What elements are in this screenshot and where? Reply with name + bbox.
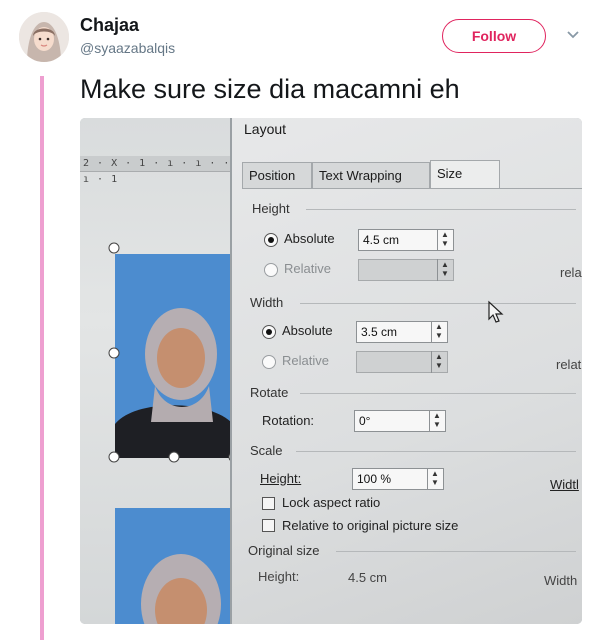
relative-original-checkbox[interactable] bbox=[262, 519, 275, 532]
height-absolute-input[interactable]: 4.5 cm ▲ ▼ bbox=[358, 229, 454, 251]
width-relative-input: ▲ ▼ bbox=[356, 351, 448, 373]
height-spinner[interactable]: ▲ ▼ bbox=[437, 229, 453, 251]
selection-handles[interactable] bbox=[108, 242, 240, 464]
rotation-value: 0° bbox=[359, 414, 371, 428]
rotate-section-label: Rotate bbox=[250, 385, 289, 400]
original-size-section-label: Original size bbox=[248, 543, 320, 558]
display-name[interactable]: Chajaa bbox=[80, 15, 139, 36]
chevron-down-icon[interactable] bbox=[566, 30, 580, 40]
scale-width-label: Widtl bbox=[550, 477, 579, 492]
divider bbox=[306, 209, 576, 210]
mouse-cursor-icon bbox=[488, 300, 504, 323]
scale-height-input[interactable]: 100 % ▲ ▼ bbox=[352, 468, 444, 490]
ruler: 2 · X · 1 · ı · ı · · ı · 1 bbox=[80, 156, 232, 185]
divider bbox=[296, 451, 576, 452]
height-relative-spinner: ▲ ▼ bbox=[437, 259, 453, 281]
thread-line bbox=[40, 76, 44, 640]
rotation-input[interactable]: 0° ▲ ▼ bbox=[354, 410, 446, 432]
tweet-photo[interactable]: 2 · X · 1 · ı · ı · · ı · 1 Layout Posit… bbox=[80, 118, 582, 624]
follow-button[interactable]: Follow bbox=[442, 19, 546, 53]
rotation-label: Rotation: bbox=[262, 413, 315, 428]
width-absolute-label[interactable]: Absolute bbox=[282, 323, 333, 338]
divider bbox=[336, 551, 576, 552]
width-absolute-value: 3.5 cm bbox=[361, 325, 398, 339]
original-width-label: Width bbox=[544, 573, 578, 588]
width-section-label: Width bbox=[250, 295, 284, 310]
user-handle[interactable]: @syaazabalqis bbox=[80, 40, 175, 56]
dialog-title: Layout bbox=[244, 121, 287, 137]
avatar-illustration bbox=[19, 12, 69, 62]
passport-photo-bottom bbox=[115, 508, 233, 624]
original-height-value: 4.5 cm bbox=[348, 570, 388, 585]
width-relative-spinner: ▲ ▼ bbox=[431, 351, 447, 373]
lock-aspect-checkbox[interactable] bbox=[262, 497, 275, 510]
tab-position[interactable]: Position bbox=[242, 162, 312, 188]
height-section-label: Height bbox=[252, 201, 290, 216]
width-relative-to: relat bbox=[556, 357, 582, 372]
width-absolute-radio[interactable] bbox=[262, 325, 276, 339]
relative-original-label[interactable]: Relative to original picture size bbox=[282, 518, 458, 533]
height-absolute-radio[interactable] bbox=[264, 233, 278, 247]
width-absolute-input[interactable]: 3.5 cm ▲ ▼ bbox=[356, 321, 448, 343]
width-relative-label[interactable]: Relative bbox=[282, 353, 329, 368]
width-spinner[interactable]: ▲ ▼ bbox=[431, 321, 447, 343]
original-height-label: Height: bbox=[258, 569, 300, 584]
tab-size[interactable]: Size bbox=[430, 160, 500, 188]
scale-height-spinner[interactable]: ▲ ▼ bbox=[427, 468, 443, 490]
rotation-spinner[interactable]: ▲ ▼ bbox=[429, 410, 445, 432]
avatar[interactable] bbox=[19, 12, 69, 62]
height-absolute-value: 4.5 cm bbox=[363, 233, 400, 247]
size-panel: Height Absolute 4.5 cm ▲ ▼ Relative ▲ ▼ re… bbox=[242, 188, 582, 624]
scale-height-value: 100 % bbox=[357, 472, 392, 486]
tab-text-wrapping[interactable]: Text Wrapping bbox=[312, 162, 430, 188]
tweet-text: Make sure size dia macamni eh bbox=[80, 74, 460, 104]
height-relative-to: rela bbox=[560, 265, 582, 280]
scale-section-label: Scale bbox=[250, 443, 283, 458]
height-relative-radio[interactable] bbox=[264, 263, 278, 277]
divider bbox=[300, 303, 576, 304]
divider bbox=[300, 393, 576, 394]
person-photo-icon bbox=[115, 508, 233, 624]
width-relative-radio[interactable] bbox=[262, 355, 276, 369]
layout-dialog: Layout Position Text Wrapping Size Heigh… bbox=[230, 118, 582, 624]
height-absolute-label[interactable]: Absolute bbox=[284, 231, 335, 246]
scale-height-label: Height: bbox=[260, 471, 302, 486]
height-relative-input: ▲ ▼ bbox=[358, 259, 454, 281]
lock-aspect-label[interactable]: Lock aspect ratio bbox=[282, 495, 380, 510]
height-relative-label[interactable]: Relative bbox=[284, 261, 331, 276]
